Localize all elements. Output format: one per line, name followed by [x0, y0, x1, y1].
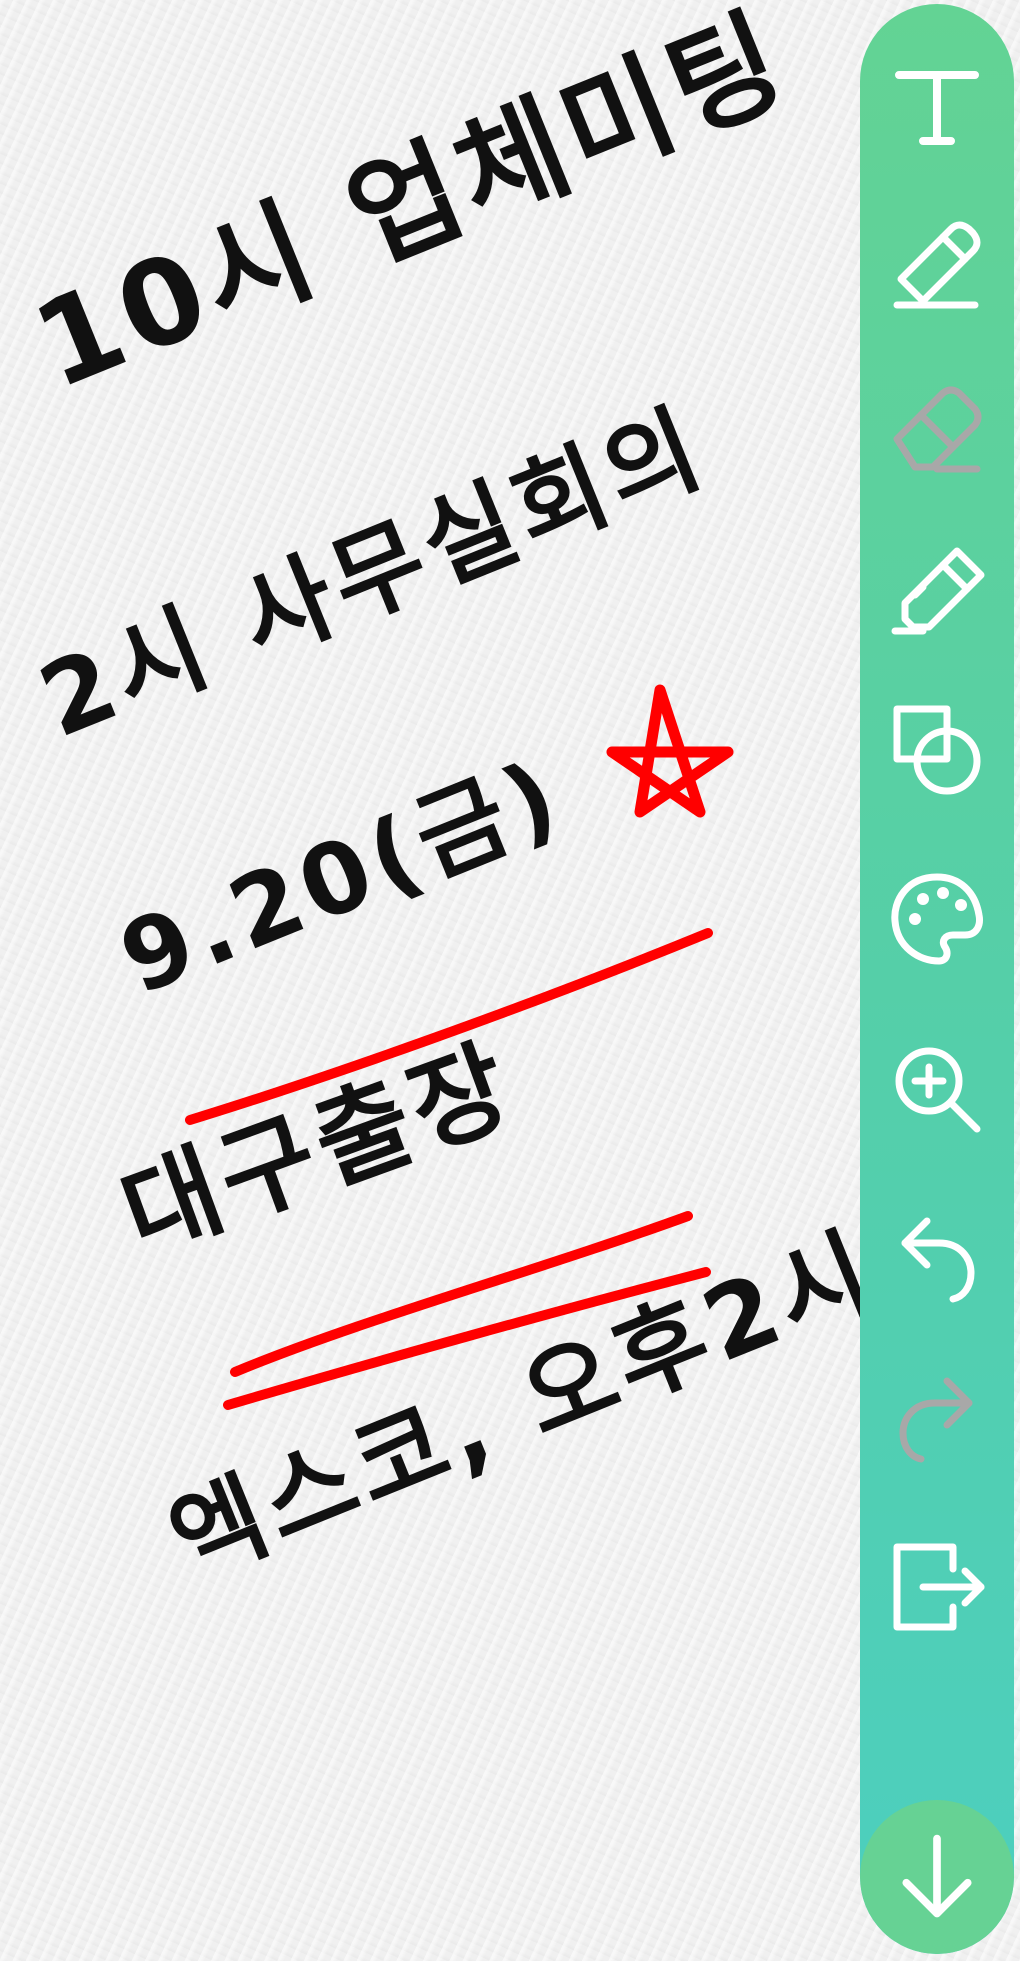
pen-tool-button[interactable]	[882, 214, 992, 324]
note-line-1: 10시 업체미팅	[16, 0, 806, 416]
note-line-4: 대구출장	[106, 1022, 531, 1277]
collapse-toolbar-button[interactable]	[860, 1800, 1014, 1954]
drawing-toolbar	[860, 4, 1014, 1954]
shapes-icon	[893, 705, 981, 795]
zoom-tool-button[interactable]	[882, 1034, 992, 1144]
shape-tool-button[interactable]	[882, 694, 992, 804]
export-tool-button[interactable]	[882, 1532, 992, 1642]
undo-tool-button[interactable]	[882, 1204, 992, 1314]
eraser-tool-button[interactable]	[882, 374, 992, 484]
highlighter-icon	[891, 547, 985, 635]
palette-icon	[891, 873, 983, 965]
red-star-annotation	[606, 684, 734, 818]
note-line-3: 9.20(금)	[105, 738, 578, 1018]
zoom-in-icon	[895, 1047, 981, 1133]
text-icon	[895, 71, 979, 145]
highlighter-tool-button[interactable]	[882, 534, 992, 644]
text-tool-button[interactable]	[882, 52, 992, 162]
note-line-2: 2시 사무실회의	[24, 388, 722, 761]
export-icon	[893, 1543, 985, 1631]
note-line-5: 엑스코, 오후2시	[154, 1211, 893, 1601]
undo-icon	[901, 1217, 975, 1303]
redo-icon	[899, 1377, 973, 1463]
color-tool-button[interactable]	[882, 864, 992, 974]
redo-tool-button[interactable]	[882, 1364, 992, 1474]
eraser-icon	[893, 386, 982, 473]
pencil-icon	[893, 221, 981, 309]
arrow-down-icon	[902, 1834, 972, 1918]
